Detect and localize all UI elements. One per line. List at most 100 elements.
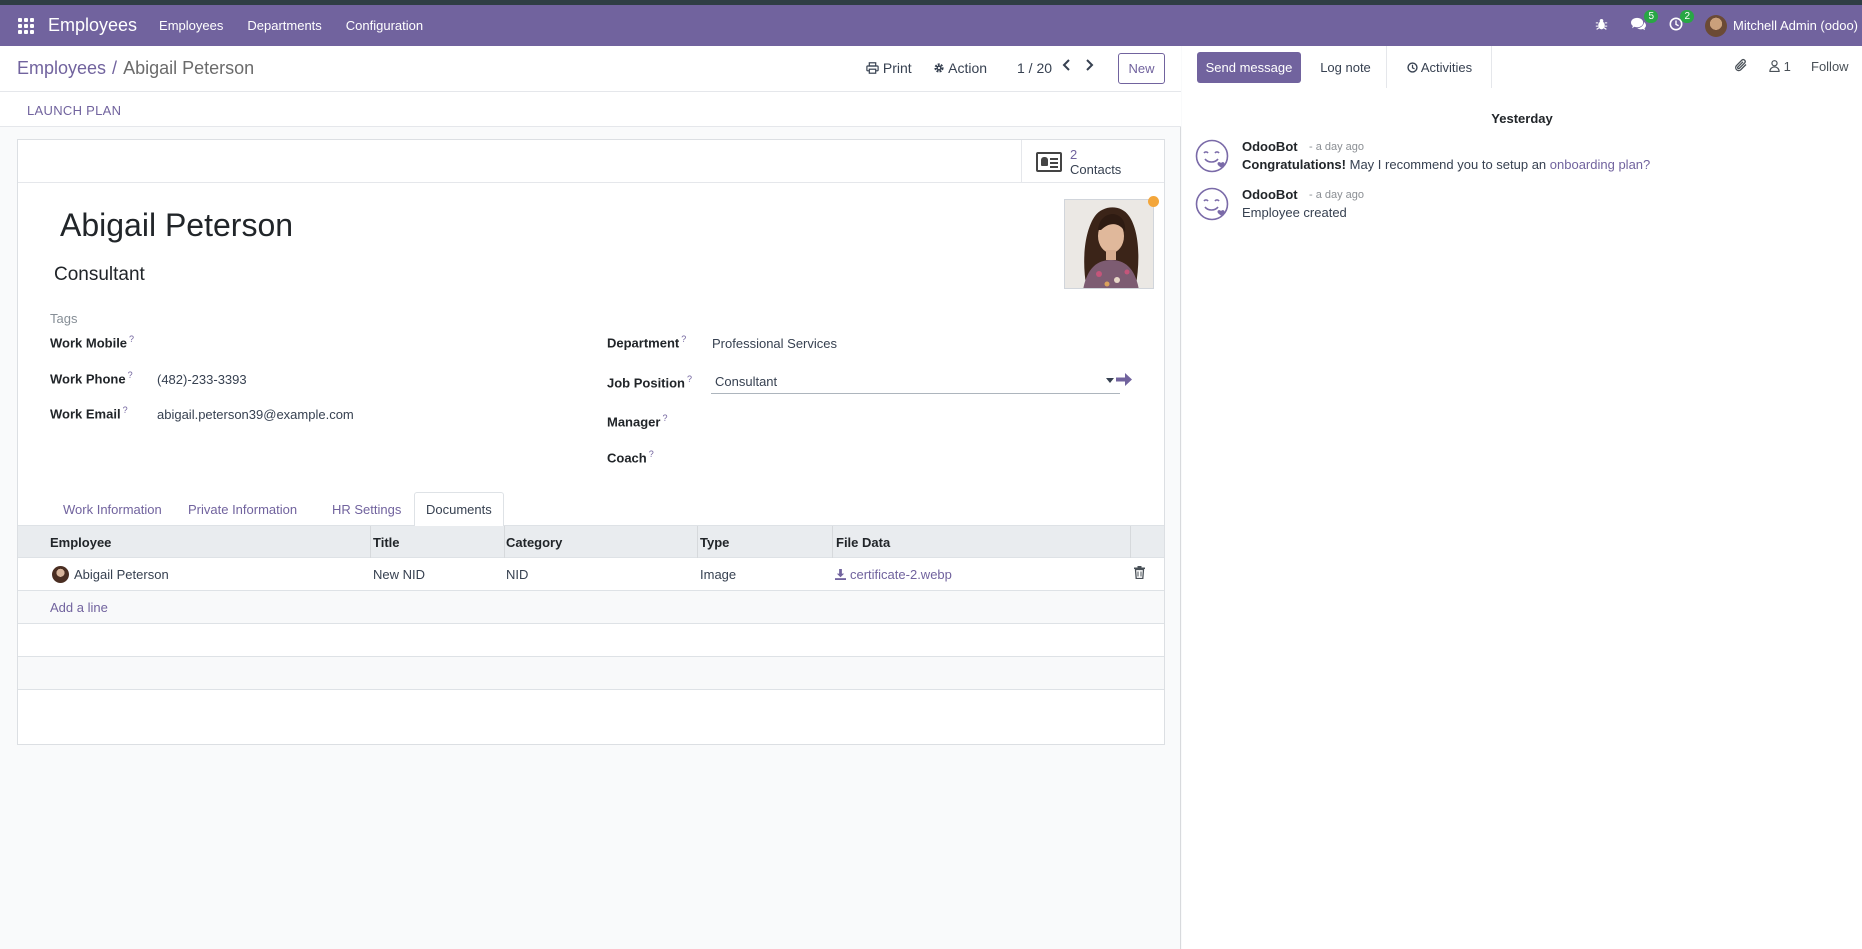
- clock-icon: [1407, 61, 1418, 73]
- work-mobile-label: Work Mobile?: [50, 334, 135, 351]
- add-line-row: Add a line: [18, 591, 1164, 624]
- menu-departments[interactable]: Departments: [247, 18, 321, 33]
- cell-category[interactable]: NID: [506, 567, 528, 582]
- message-author[interactable]: OdooBot: [1242, 187, 1298, 202]
- cell-employee[interactable]: Abigail Peterson: [74, 567, 169, 582]
- followers-button[interactable]: 1: [1769, 59, 1791, 74]
- date-separator: Yesterday: [1491, 111, 1553, 126]
- job-title-field[interactable]: Consultant: [54, 264, 145, 286]
- column-file-data[interactable]: File Data: [836, 535, 890, 550]
- tab-private-information[interactable]: Private Information: [177, 492, 308, 526]
- cell-title[interactable]: New NID: [373, 567, 425, 582]
- breadcrumb: Employees / Abigail Peterson: [17, 58, 255, 78]
- app-name[interactable]: Employees: [48, 15, 137, 36]
- table-row[interactable]: Abigail Peterson New NID NID Image certi…: [18, 558, 1164, 591]
- debug-bug-icon[interactable]: [1595, 18, 1608, 34]
- pager-previous-icon[interactable]: [1062, 58, 1071, 76]
- onboarding-plan-link[interactable]: onboarding plan?: [1550, 157, 1650, 172]
- breadcrumb-current: Abigail Peterson: [123, 58, 255, 78]
- control-panel: Employees / Abigail Peterson Print Action …: [0, 46, 1181, 92]
- status-bar: LAUNCH PLAN: [0, 92, 1181, 127]
- column-category[interactable]: Category: [506, 535, 562, 550]
- delete-row-trash-icon[interactable]: [1134, 566, 1145, 580]
- chatter-topbar: Send message Log note Activities 1 Follo…: [1182, 46, 1862, 88]
- action-label: Action: [948, 60, 988, 76]
- dropdown-caret-icon[interactable]: [1106, 378, 1114, 383]
- message-body: Congratulations! May I recommend you to …: [1242, 157, 1651, 172]
- user-avatar[interactable]: [1705, 14, 1727, 37]
- menu-configuration[interactable]: Configuration: [346, 18, 423, 33]
- department-label: Department?: [607, 334, 687, 351]
- activities-label: Activities: [1420, 59, 1473, 75]
- form-sheet: 2 Contacts Abigail Peterson Consultant T…: [17, 139, 1165, 745]
- address-card-icon: [1036, 151, 1062, 172]
- file-download-link[interactable]: certificate-2.webp: [835, 567, 952, 582]
- apps-grid-icon[interactable]: [18, 17, 34, 34]
- button-box: 2 Contacts: [18, 140, 1164, 183]
- main-navbar: Employees Employees Departments Configur…: [0, 5, 1862, 46]
- user-menu[interactable]: Mitchell Admin (odoo): [1733, 18, 1858, 33]
- message-date: - a day ago: [1309, 189, 1365, 201]
- department-field[interactable]: Professional Services: [712, 336, 837, 351]
- coach-label: Coach?: [607, 449, 654, 466]
- printer-icon: [866, 62, 879, 74]
- activities-count-badge: 2: [1680, 10, 1694, 23]
- empty-row: [18, 624, 1164, 657]
- print-label: Print: [882, 60, 912, 76]
- launch-plan-button[interactable]: LAUNCH PLAN: [27, 103, 121, 118]
- action-button[interactable]: Action: [933, 60, 987, 76]
- notebook-tabs: Work Information Private Information HR …: [18, 492, 1164, 527]
- employee-name-field[interactable]: Abigail Peterson: [60, 207, 293, 244]
- work-phone-field[interactable]: (482)-233-3393: [157, 372, 247, 387]
- work-email-label: Work Email?: [50, 405, 128, 422]
- contacts-stat-button[interactable]: 2 Contacts: [1021, 140, 1164, 183]
- attachment-paperclip-icon[interactable]: [1734, 58, 1748, 77]
- column-title[interactable]: Title: [373, 535, 400, 550]
- download-icon: [835, 569, 846, 580]
- presence-status-dot: [1148, 196, 1159, 207]
- internal-link-arrow-icon[interactable]: [1115, 371, 1133, 392]
- column-type[interactable]: Type: [700, 535, 729, 550]
- print-button[interactable]: Print: [866, 60, 912, 76]
- odoobot-avatar[interactable]: [1195, 187, 1229, 221]
- chatter-panel: Send message Log note Activities 1 Follo…: [1182, 46, 1862, 949]
- column-employee[interactable]: Employee: [50, 535, 111, 550]
- message-body: Employee created: [1242, 205, 1347, 220]
- gear-icon: [934, 63, 944, 73]
- tab-documents[interactable]: Documents: [414, 492, 504, 527]
- pager-next-icon[interactable]: [1085, 58, 1094, 76]
- manager-label: Manager?: [607, 413, 668, 430]
- messages-count-badge: 5: [1644, 10, 1658, 23]
- add-a-line-link[interactable]: Add a line: [50, 600, 108, 615]
- send-message-button[interactable]: Send message: [1197, 52, 1301, 83]
- job-position-select[interactable]: Consultant: [711, 374, 1120, 394]
- pager-value[interactable]: 1 / 20: [1017, 60, 1052, 76]
- message-author[interactable]: OdooBot: [1242, 139, 1298, 154]
- follow-button[interactable]: Follow: [1811, 59, 1849, 74]
- work-phone-label: Work Phone?: [50, 370, 133, 387]
- breadcrumb-employees-link[interactable]: Employees: [17, 58, 106, 78]
- tags-input[interactable]: Tags: [50, 311, 77, 326]
- form-view: Employees / Abigail Peterson Print Action …: [0, 46, 1181, 949]
- cell-type[interactable]: Image: [700, 567, 736, 582]
- work-email-field[interactable]: abigail.peterson39@example.com: [157, 407, 354, 422]
- message-item: OdooBot - a day ago Congratulations! May…: [1195, 139, 1845, 183]
- file-name: certificate-2.webp: [850, 567, 952, 582]
- activities-clock-icon[interactable]: 2: [1669, 10, 1694, 34]
- menu-employees[interactable]: Employees: [159, 18, 223, 33]
- new-button[interactable]: New: [1118, 53, 1165, 84]
- activities-button[interactable]: Activities: [1388, 46, 1492, 88]
- tab-work-information[interactable]: Work Information: [52, 492, 173, 526]
- log-note-button[interactable]: Log note: [1305, 46, 1387, 88]
- tab-hr-settings[interactable]: HR Settings: [321, 492, 412, 526]
- documents-table: Employee Title Category Type File Data A…: [18, 526, 1164, 690]
- job-position-value: Consultant: [715, 374, 778, 389]
- empty-row: [18, 657, 1164, 690]
- employee-photo[interactable]: [1064, 199, 1154, 289]
- odoobot-avatar[interactable]: [1195, 139, 1229, 173]
- contacts-count: 2: [1070, 146, 1078, 162]
- message-item: OdooBot - a day ago Employee created: [1195, 187, 1845, 231]
- followers-count: 1: [1783, 59, 1791, 74]
- messages-icon[interactable]: 5: [1630, 10, 1658, 34]
- user-icon: [1769, 60, 1780, 73]
